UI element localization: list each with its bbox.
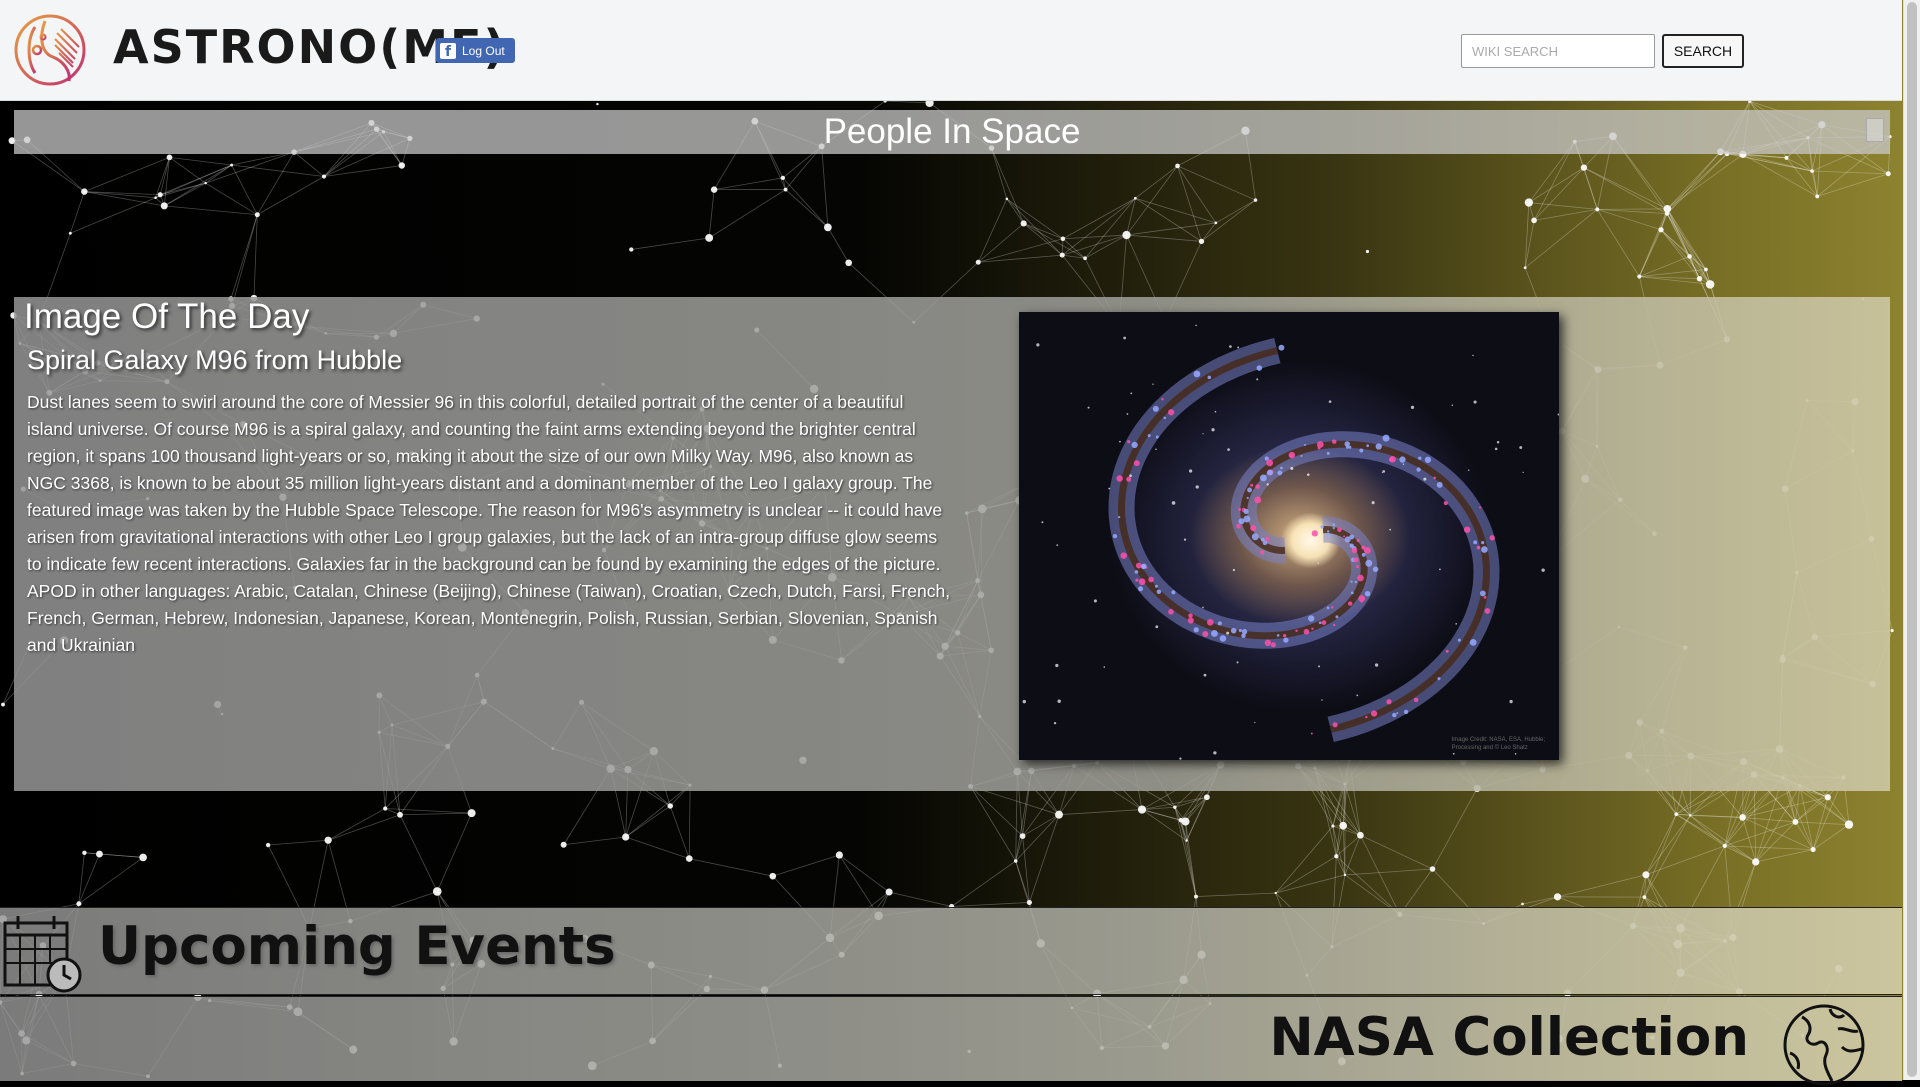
page-scrollbar[interactable] [1903, 0, 1920, 1080]
image-of-the-day-title: Spiral Galaxy M96 from Hubble [27, 345, 402, 376]
scrollbar-thumb[interactable] [1907, 2, 1917, 1077]
facebook-icon: f [440, 43, 456, 59]
image-credit-line-2: Processing and © Leo Shatz [1452, 744, 1545, 752]
facebook-logout-button[interactable]: f Log Out [436, 38, 515, 63]
site-header: ASTRONO(ME) f Log Out SEARCH [0, 0, 1902, 101]
image-credit: Image Credit: NASA, ESA, Hubble; Process… [1452, 736, 1545, 752]
facebook-logout-label: Log Out [462, 44, 505, 58]
nasa-collection-bar[interactable]: NASA Collection [0, 996, 1902, 1081]
people-in-space-toggle[interactable] [1866, 118, 1884, 142]
upcoming-events-title[interactable]: Upcoming Events [98, 916, 616, 977]
image-of-the-day-description: Dust lanes seem to swirl around the core… [27, 389, 952, 659]
image-of-the-day-panel: Image Of The Day Spiral Galaxy M96 from … [14, 297, 1890, 791]
search-button[interactable]: SEARCH [1662, 34, 1744, 68]
people-in-space-title[interactable]: People In Space [824, 112, 1081, 151]
galaxy-spiral-art [1019, 312, 1559, 760]
upcoming-events-bar[interactable]: Upcoming Events [0, 907, 1902, 995]
globe-icon [1782, 1003, 1866, 1087]
wiki-search-input[interactable] [1461, 34, 1655, 68]
nasa-collection-title[interactable]: NASA Collection [1269, 1007, 1749, 1068]
galaxy-image: Image Credit: NASA, ESA, Hubble; Process… [1019, 312, 1559, 760]
planet-logo-icon[interactable] [13, 13, 87, 87]
calendar-clock-icon [2, 913, 84, 993]
image-credit-line-1: Image Credit: NASA, ESA, Hubble; [1452, 736, 1545, 744]
people-in-space-bar[interactable]: People In Space [14, 110, 1890, 154]
image-of-the-day-heading: Image Of The Day [24, 297, 309, 337]
